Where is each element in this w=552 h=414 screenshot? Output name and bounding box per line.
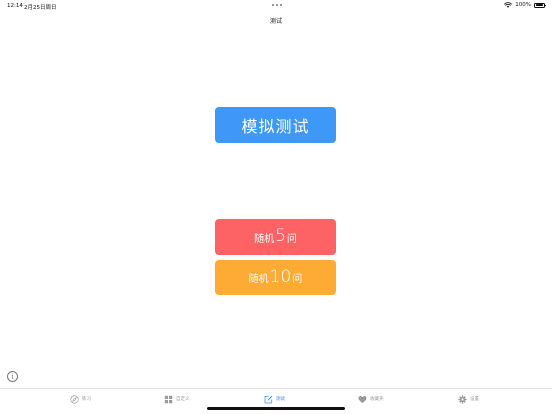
random-5-prefix: 随机: [254, 233, 275, 245]
tab-settings-label: 设置: [470, 397, 479, 402]
edit-icon: [264, 395, 273, 403]
random-10-suffix: 问: [292, 274, 303, 285]
tab-favorites[interactable]: 收藏夹: [358, 393, 384, 405]
home-indicator[interactable]: [207, 407, 345, 410]
status-bar: 12:14 2月25日周日 100%: [0, 0, 552, 12]
status-date: 2月25日周日: [24, 5, 57, 11]
wifi-icon: [504, 2, 513, 8]
gear-icon: [458, 394, 467, 404]
tab-practice[interactable]: 练习: [70, 393, 91, 405]
tab-custom-label: 自定义: [176, 397, 190, 402]
random-10-prefix: 随机: [248, 274, 269, 285]
tab-test-label: 测试: [276, 397, 285, 402]
tab-favorites-label: 收藏夹: [370, 397, 384, 402]
grid-icon: [164, 395, 173, 403]
tab-settings[interactable]: 设置: [458, 393, 479, 405]
tab-bar: 练习 自定义 测试 收藏夹 设置: [0, 388, 552, 414]
compass-icon: [70, 394, 79, 404]
info-icon[interactable]: i: [7, 371, 18, 382]
mock-test-button[interactable]: 模拟测试: [215, 107, 336, 143]
heart-icon: [358, 395, 367, 403]
status-time: 12:14: [7, 3, 23, 9]
app-screen: 12:14 2月25日周日 100% 测试 模拟测试 随机 5 问 随机 10 …: [0, 0, 552, 414]
tab-custom[interactable]: 自定义: [164, 393, 190, 405]
page-title: 测试: [269, 18, 282, 25]
random-10-count: 10: [269, 266, 292, 287]
tab-test[interactable]: 测试: [264, 393, 285, 405]
random-5-questions-button[interactable]: 随机 5 问: [215, 219, 336, 255]
tab-practice-label: 练习: [82, 397, 91, 402]
random-5-count: 5: [275, 226, 286, 246]
random-5-suffix: 问: [286, 233, 297, 245]
status-right: 100%: [504, 2, 546, 8]
mock-test-label: 模拟测试: [241, 117, 310, 136]
battery-icon: [534, 2, 546, 8]
battery-percent: 100%: [515, 2, 531, 8]
multitasking-dots-icon[interactable]: [272, 3, 282, 7]
random-10-questions-button[interactable]: 随机 10 问: [215, 260, 336, 295]
